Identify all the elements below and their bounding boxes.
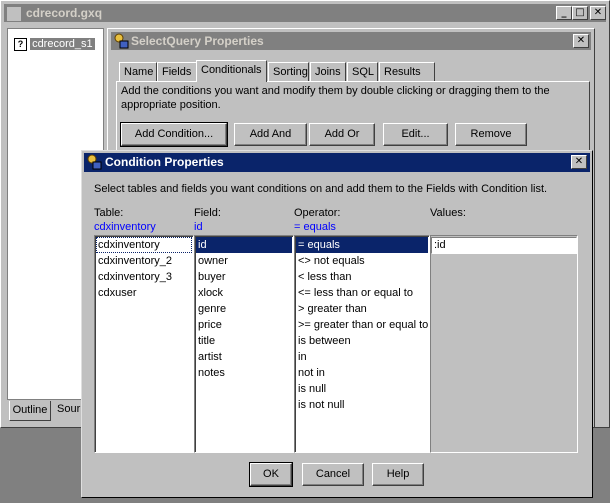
main-window-titlebar[interactable]: cdrecord.gxq _ □ ✕ <box>4 4 606 22</box>
condition-dialog: Condition Properties ✕ Select tables and… <box>81 150 593 498</box>
list-item[interactable]: = equals <box>296 237 428 253</box>
values-label: Values: <box>430 207 466 219</box>
add-or-button[interactable]: Add Or <box>309 123 375 146</box>
main-window-title: cdrecord.gxq <box>26 6 103 20</box>
operator-list[interactable]: = equals <> not equals < less than <= le… <box>294 235 430 453</box>
list-item[interactable]: artist <box>196 349 292 365</box>
list-item[interactable]: buyer <box>196 269 292 285</box>
tree-item-label: cdrecord_s1 <box>30 38 95 51</box>
condition-titlebar[interactable]: Condition Properties ✕ <box>84 153 590 172</box>
list-item[interactable]: cdxinventory <box>96 237 192 253</box>
list-item[interactable]: <> not equals <box>296 253 428 269</box>
table-list[interactable]: cdxinventory cdxinventory_2 cdxinventory… <box>94 235 194 453</box>
list-item[interactable]: cdxinventory_3 <box>96 269 192 285</box>
tab-joins[interactable]: Joins <box>310 62 346 81</box>
maximize-button[interactable]: □ <box>572 6 588 20</box>
field-current-value: id <box>194 221 203 233</box>
query-icon: ? <box>14 38 27 51</box>
table-label: Table: <box>94 207 124 219</box>
operator-current-value: = equals <box>294 221 336 233</box>
selectquery-close-button[interactable]: ✕ <box>573 34 589 48</box>
list-item[interactable]: title <box>196 333 292 349</box>
tab-fields[interactable]: Fields <box>157 62 197 81</box>
table-current-value: cdxinventory <box>94 221 156 233</box>
field-label: Field: <box>194 207 221 219</box>
list-item[interactable]: <= less than or equal to <box>296 285 428 301</box>
list-item[interactable]: is null <box>296 381 428 397</box>
document-icon <box>6 6 22 22</box>
minimize-button[interactable]: _ <box>556 6 572 20</box>
field-list[interactable]: id owner buyer xlock genre price title a… <box>194 235 294 453</box>
ok-button[interactable]: OK <box>249 462 293 487</box>
list-item[interactable]: < less than <box>296 269 428 285</box>
selectquery-titlebar[interactable]: SelectQuery Properties ✕ <box>111 32 591 50</box>
add-and-button[interactable]: Add And <box>234 123 307 146</box>
condition-title: Condition Properties <box>105 155 224 169</box>
values-panel: :id <box>430 235 578 453</box>
selectquery-instructions: Add the conditions you want and modify t… <box>121 85 550 111</box>
values-input[interactable]: :id <box>431 237 577 254</box>
operator-label: Operator: <box>294 207 341 219</box>
tree-item-cdrecord[interactable]: ? cdrecord_s1 <box>14 38 95 52</box>
cancel-button[interactable]: Cancel <box>302 463 364 486</box>
list-item[interactable]: in <box>296 349 428 365</box>
query-app-icon <box>113 33 129 49</box>
list-item[interactable]: cdxinventory_2 <box>96 253 192 269</box>
tab-sql[interactable]: SQL <box>347 62 378 81</box>
bottom-tab-outline[interactable]: Outline <box>9 401 51 421</box>
add-condition-button[interactable]: Add Condition... <box>120 122 228 147</box>
close-button[interactable]: ✕ <box>590 6 606 20</box>
list-item[interactable]: >= greater than or equal to <box>296 317 428 333</box>
remove-button[interactable]: Remove <box>455 123 527 146</box>
selectquery-title: SelectQuery Properties <box>131 34 264 48</box>
list-item[interactable]: price <box>196 317 292 333</box>
list-item[interactable]: is not null <box>296 397 428 413</box>
tab-sorting[interactable]: Sorting <box>268 62 309 81</box>
condition-app-icon <box>86 154 102 170</box>
tab-conditionals[interactable]: Conditionals <box>196 60 267 82</box>
list-item[interactable]: > greater than <box>296 301 428 317</box>
condition-instructions: Select tables and fields you want condit… <box>94 183 548 195</box>
list-item[interactable]: is between <box>296 333 428 349</box>
list-item[interactable]: owner <box>196 253 292 269</box>
selectquery-tabs: Name Fields Conditionals Sorting Joins S… <box>119 60 589 82</box>
tab-results[interactable]: Results <box>379 62 435 81</box>
list-item[interactable]: id <box>196 237 292 253</box>
list-item[interactable]: notes <box>196 365 292 381</box>
help-button[interactable]: Help <box>372 463 424 486</box>
list-item[interactable]: genre <box>196 301 292 317</box>
list-item[interactable]: cdxuser <box>96 285 192 301</box>
condition-close-button[interactable]: ✕ <box>571 155 587 169</box>
edit-button[interactable]: Edit... <box>383 123 448 146</box>
list-item[interactable]: not in <box>296 365 428 381</box>
list-item[interactable]: xlock <box>196 285 292 301</box>
tab-name[interactable]: Name <box>119 62 157 81</box>
